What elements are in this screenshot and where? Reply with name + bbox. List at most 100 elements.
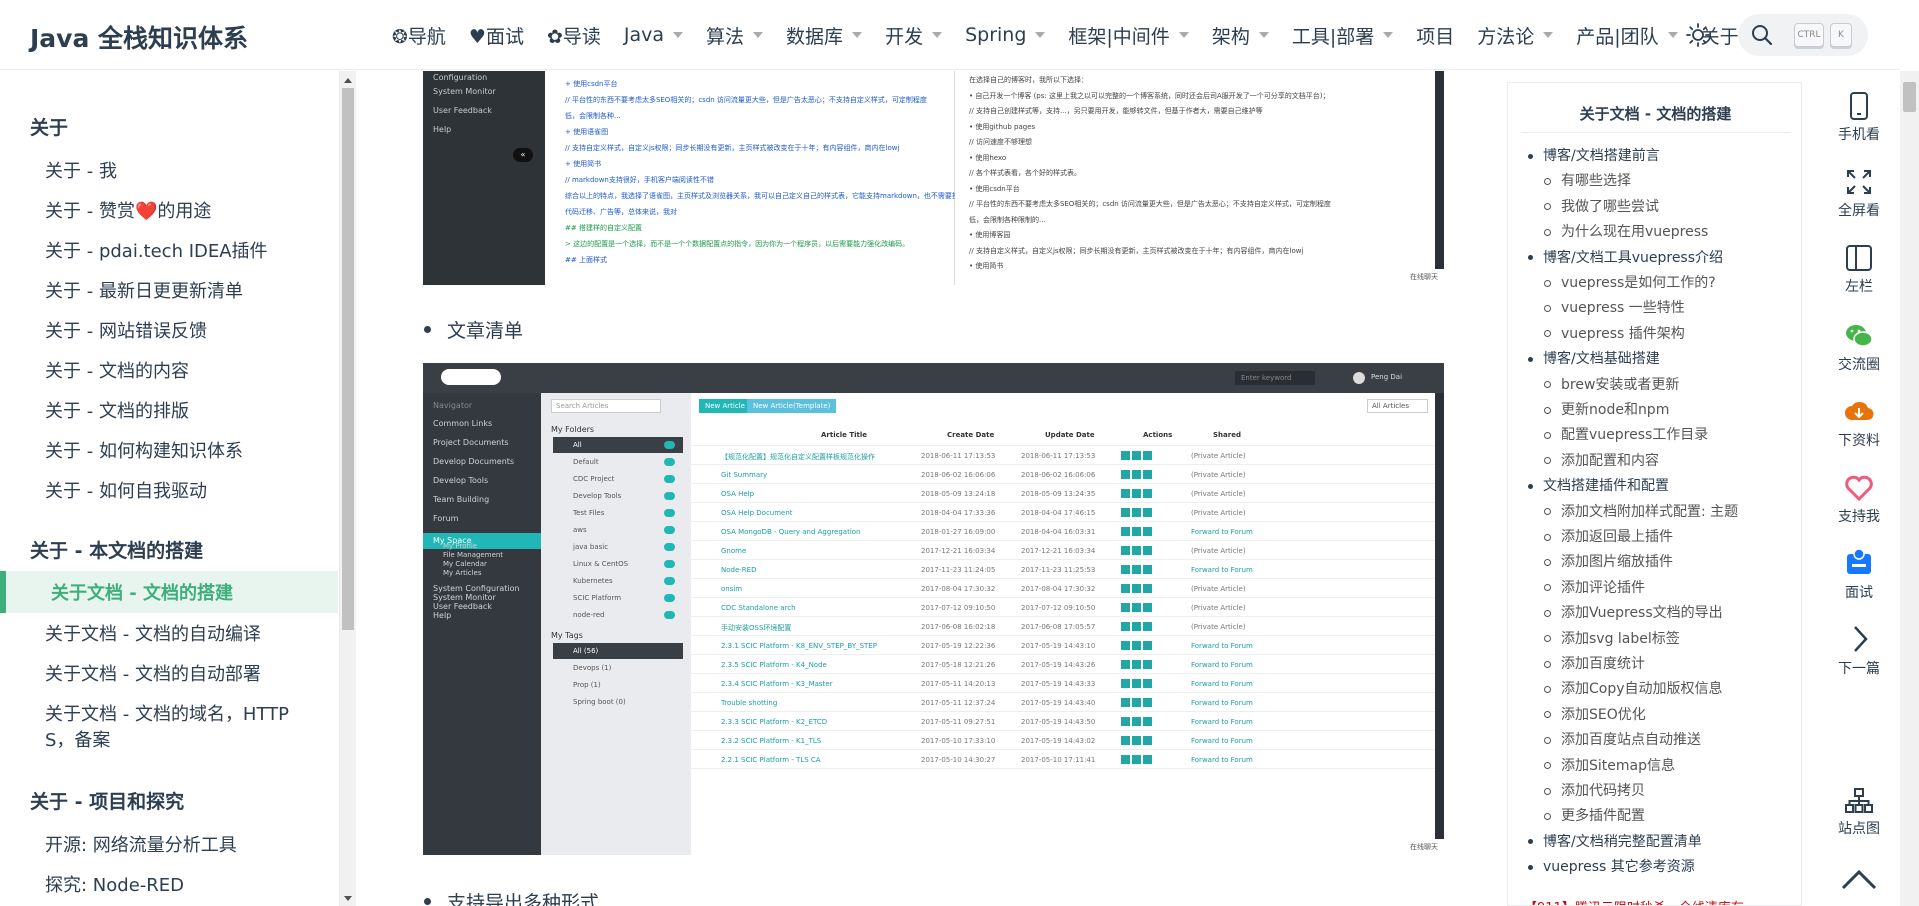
toc-item[interactable]: brew安装或者更新	[1544, 374, 1679, 394]
nav-item[interactable]: Java	[624, 24, 684, 46]
shot-shared: Forward to Forum	[1191, 680, 1253, 688]
shot-table-row: 2.3.4 SCIC Platform - K3_Master 2017-05-1…	[691, 674, 1435, 693]
nav-item-label: ♥面试	[468, 25, 524, 48]
toc-item[interactable]: 添加文档附加样式配置: 主题	[1544, 501, 1738, 521]
sidebar-item[interactable]: 开源: 网络流量分析工具	[45, 831, 237, 857]
fullscreen-button[interactable]: 全屏看	[1832, 168, 1886, 220]
sidebar-item-donate[interactable]: 关于 - 赞赏❤️的用途	[45, 197, 211, 223]
sidebar-item[interactable]: 关于 - 我	[45, 157, 117, 183]
sidebar-item[interactable]: 关于文档 - 文档的域名，HTTP	[45, 700, 289, 726]
page-scroll-thumb[interactable]	[1903, 82, 1916, 112]
action-icon	[1143, 470, 1152, 479]
sidebar-scroll-thumb[interactable]	[342, 88, 354, 630]
nav-item[interactable]: ❂导航	[392, 22, 446, 49]
toc-item[interactable]: 添加Vuepress文档的导出	[1544, 602, 1723, 622]
toc-item[interactable]: 添加svg label标签	[1544, 628, 1680, 648]
sidebar-item[interactable]: 关于 - pdai.tech IDEA插件	[45, 237, 268, 263]
shot-table-row: CDC Standalone arch 2017-07-12 09:10:50 20…	[691, 598, 1435, 617]
toc-ad-link[interactable]: 【911】腾讯云限时秒杀，全线清库存	[1524, 897, 1744, 905]
toc-item[interactable]: 博客/文档基础搭建	[1528, 348, 1660, 368]
sidebar-item[interactable]: 关于 - 如何自我驱动	[45, 477, 207, 503]
back-to-top-button[interactable]	[1832, 864, 1886, 898]
toc-item[interactable]: vuepress 插件架构	[1544, 323, 1685, 343]
sidebar-section-projects[interactable]: 关于 - 项目和探究	[30, 787, 184, 814]
site-title[interactable]: Java 全栈知识体系	[30, 19, 248, 55]
sidebar-item[interactable]: 关于 - 文档的内容	[45, 357, 189, 383]
rail-label: 面试	[1845, 585, 1873, 601]
toc-item[interactable]: 添加Sitemap信息	[1544, 755, 1675, 775]
toc-item[interactable]: 文档搭建插件和配置	[1528, 475, 1669, 495]
download-button[interactable]: 下资料	[1832, 398, 1886, 450]
search-button[interactable]: CTRL K	[1738, 14, 1868, 56]
action-icon	[1132, 755, 1141, 764]
left-sidebar-button[interactable]: 左栏	[1832, 244, 1886, 296]
shot-folder-item: Linux & CentOS	[553, 556, 683, 572]
toc-item[interactable]: 为什么现在用vuepress	[1544, 221, 1708, 241]
page-scrollbar[interactable]	[1900, 71, 1919, 906]
support-button[interactable]: 支持我	[1832, 474, 1886, 526]
shot-update-date: 2017-05-19 14:43:40	[1021, 699, 1096, 707]
toc-item[interactable]: 更多插件配置	[1544, 805, 1645, 825]
toc-item[interactable]: 添加Copy自动加版权信息	[1544, 678, 1723, 698]
toc-item[interactable]: 添加SEO优化	[1544, 704, 1646, 724]
mobile-view-button[interactable]: 手机看	[1832, 92, 1886, 144]
nav-item[interactable]: 方法论	[1477, 22, 1554, 49]
toc-item[interactable]: 我做了哪些尝试	[1544, 196, 1659, 216]
sitemap-button[interactable]: 站点图	[1832, 788, 1886, 838]
toc-item[interactable]: 博客/文档稍完整配置清单	[1528, 831, 1702, 851]
sidebar-item[interactable]: 关于文档 - 文档的自动编译	[45, 620, 261, 646]
toc-item[interactable]: 添加代码拷贝	[1544, 780, 1645, 800]
sidebar-item[interactable]: 关于文档 - 文档的自动部署	[45, 660, 261, 686]
folder-count-badge	[664, 577, 675, 585]
sidebar-item[interactable]: 关于 - 网站错误反馈	[45, 317, 207, 343]
toc-item[interactable]: 添加百度站点自动推送	[1544, 729, 1701, 749]
theme-toggle-icon[interactable]	[1685, 22, 1711, 48]
sidebar-item-wrap[interactable]: S，备案	[45, 726, 110, 752]
wechat-icon	[1846, 325, 1873, 347]
sidebar-item[interactable]: 探究: Node-RED	[45, 871, 184, 897]
shot-article-title: onsim	[721, 585, 743, 593]
community-button[interactable]: 交流圈	[1832, 322, 1886, 374]
nav-item[interactable]: 开发	[885, 22, 943, 49]
toc-item[interactable]: vuepress 一些特性	[1544, 297, 1685, 317]
toc-item[interactable]: 添加评论插件	[1544, 577, 1645, 597]
toc-item[interactable]: 添加百度统计	[1544, 653, 1645, 673]
chevron-down-icon	[1667, 32, 1678, 38]
nav-item-label: 项目	[1416, 25, 1455, 48]
next-article-button[interactable]: 下一篇	[1832, 624, 1886, 678]
toc-item[interactable]: vuepress 其它参考资源	[1528, 856, 1695, 876]
toc-item[interactable]: 博客/文档工具vuepress介绍	[1528, 247, 1723, 267]
toc-item[interactable]: 添加配置和内容	[1544, 450, 1659, 470]
nav-item[interactable]: ✿导读	[547, 22, 601, 49]
shot-text-line: + 使用csdn平台	[565, 80, 618, 88]
shot-text-line: ## 上面样式	[565, 256, 607, 264]
toc-item[interactable]: vuepress是如何工作的?	[1544, 272, 1716, 292]
shot-text-line: • 使用hexo	[969, 153, 1007, 162]
sidebar-section-about[interactable]: 关于	[30, 113, 68, 140]
shot-side-item: Develop Tools	[433, 476, 489, 485]
interview-button[interactable]: 面试	[1832, 548, 1886, 602]
toc-item[interactable]: 有哪些选择	[1544, 170, 1631, 190]
shot-toolbar: New Article New Article(Template) All Arti…	[691, 397, 1435, 417]
toc-item[interactable]: 更新node和npm	[1544, 399, 1669, 419]
sidebar-item[interactable]: 关于 - 文档的排版	[45, 397, 189, 423]
nav-item[interactable]: 项目	[1416, 22, 1454, 49]
nav-item[interactable]: 产品|团队	[1576, 22, 1678, 49]
toc-item[interactable]: 博客/文档搭建前言	[1528, 145, 1660, 165]
sidebar-item[interactable]: 关于 - 如何构建知识体系	[45, 437, 243, 463]
sidebar-item-active[interactable]: 关于文档 - 文档的搭建	[0, 571, 338, 613]
shot-update-date: 2017-12-21 16:03:34	[1021, 547, 1096, 555]
nav-item[interactable]: Spring	[965, 24, 1046, 46]
toc-item[interactable]: 配置vuepress工作目录	[1544, 424, 1708, 444]
nav-item[interactable]: 架构	[1212, 22, 1269, 49]
nav-item[interactable]: 框架|中间件	[1068, 22, 1189, 49]
toc-item[interactable]: 添加图片缩放插件	[1544, 551, 1673, 571]
shot-side-item: System Configuration	[433, 584, 520, 593]
toc-item[interactable]: 添加返回最上插件	[1544, 526, 1673, 546]
nav-item[interactable]: ♥面试	[469, 22, 524, 49]
sidebar-section-build[interactable]: 关于 - 本文档的搭建	[30, 536, 203, 563]
nav-item[interactable]: 工具|部署	[1292, 22, 1394, 49]
nav-item[interactable]: 数据库	[786, 22, 863, 49]
nav-item[interactable]: 算法	[706, 22, 764, 49]
sidebar-item[interactable]: 关于 - 最新日更更新清单	[45, 277, 243, 303]
